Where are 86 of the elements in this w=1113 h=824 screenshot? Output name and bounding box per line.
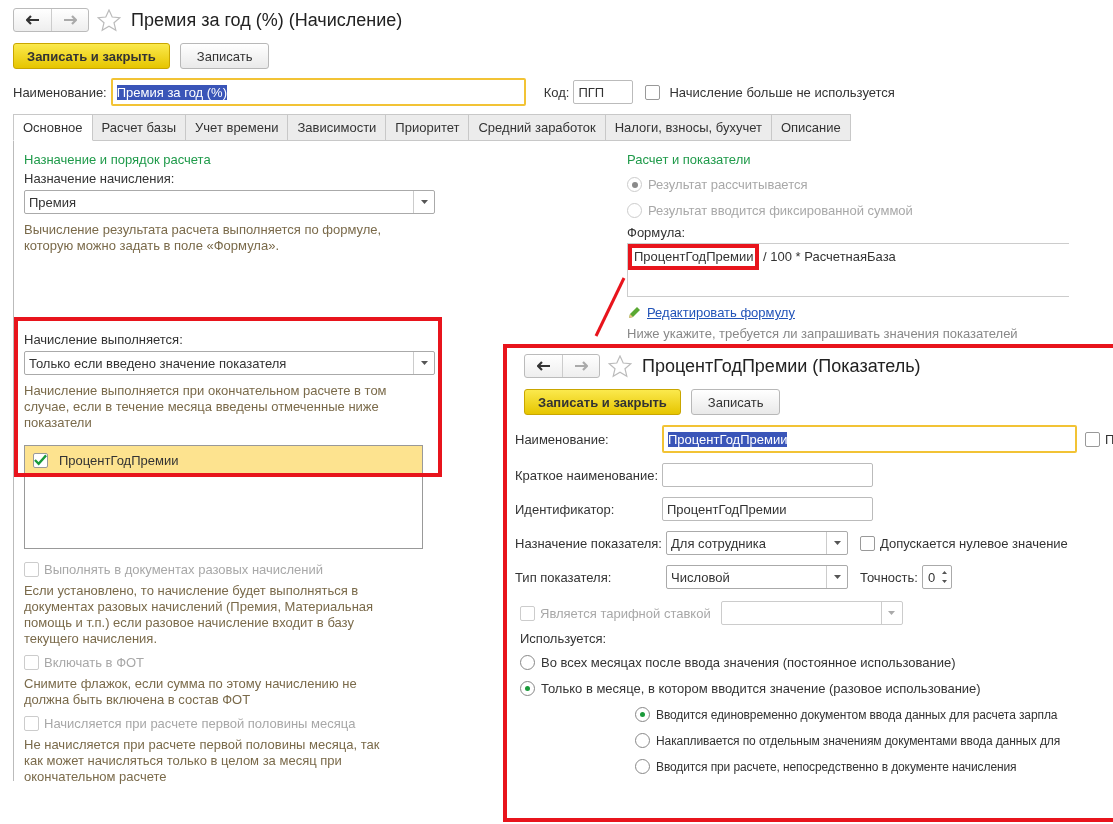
type-dropdown[interactable]: Числовой bbox=[666, 565, 848, 589]
precision-spinner[interactable]: 0 bbox=[921, 565, 953, 589]
caret-icon bbox=[833, 541, 841, 545]
forward-arrow-icon bbox=[63, 15, 77, 25]
back-arrow-icon bbox=[536, 361, 551, 371]
toolbar-button[interactable]: Записать и закрыть bbox=[524, 389, 681, 415]
field-label: Назначение начисления: bbox=[24, 171, 176, 186]
section-title: Расчет и показатели bbox=[627, 152, 752, 167]
tab[interactable]: Описание bbox=[771, 114, 851, 141]
checkbox[interactable] bbox=[1085, 431, 1100, 447]
checkbox[interactable] bbox=[33, 452, 48, 468]
short-name-field[interactable] bbox=[662, 463, 873, 487]
check-icon bbox=[34, 454, 47, 466]
checkbox-label: Выполнять в документах разовых начислений bbox=[44, 562, 324, 577]
hint-text: Вычисление результата расчета выполняется по формуле, которую можно задать в поле «Формула». bbox=[24, 222, 383, 254]
hint-text: Снимите флажок, если сумма по этому начислению не должна быть включена в состав ФОТ bbox=[24, 676, 358, 708]
toolbar-button[interactable]: Записать bbox=[690, 389, 781, 415]
field-label: Наименование: bbox=[515, 431, 610, 447]
note-text: Ниже укажите, требуется ли запрашивать значения показателей bbox=[627, 326, 1019, 341]
window-title: ПроцентГодПремии (Показатель) bbox=[642, 355, 921, 377]
tab[interactable]: Средний заработок bbox=[469, 114, 606, 141]
radio-button[interactable] bbox=[635, 707, 650, 722]
window-title: Премия за год (%) (Начисление) bbox=[131, 9, 403, 31]
radio-button[interactable] bbox=[520, 655, 535, 670]
radio-label: Во всех месяцах после ввода значения (постоянное использование) bbox=[541, 655, 956, 670]
performed-dropdown[interactable]: Только если введено значение показателя bbox=[24, 351, 435, 375]
checkbox[interactable] bbox=[645, 84, 661, 100]
field-label: Тип показателя: bbox=[515, 569, 613, 585]
checkbox-label: Является тарифной ставкой bbox=[540, 605, 711, 621]
star-icon[interactable] bbox=[608, 354, 632, 378]
radio-label: Результат вводится фиксированной суммой bbox=[648, 203, 913, 218]
radio-label: Результат рассчитывается bbox=[648, 177, 808, 192]
purpose-dropdown[interactable]: Премия bbox=[24, 190, 435, 214]
name-field[interactable]: Премия за год (%) bbox=[110, 78, 526, 106]
field-label: Точность: bbox=[860, 569, 918, 585]
caret-icon bbox=[888, 611, 896, 615]
checkbox-label: Включать в ФОТ bbox=[44, 655, 145, 670]
radio-button[interactable] bbox=[635, 733, 650, 748]
spinner-arrows-icon bbox=[941, 569, 949, 585]
checkbox-label: Допускается нулевое значение bbox=[880, 535, 1068, 551]
list-row[interactable]: ПроцентГодПремии bbox=[25, 446, 422, 474]
edit-formula-link[interactable]: Редактировать формулу bbox=[647, 305, 795, 320]
caret-icon bbox=[420, 200, 428, 204]
toolbar-button[interactable]: Записать и закрыть bbox=[13, 43, 170, 69]
tab[interactable]: Налоги, взносы, бухучет bbox=[605, 114, 772, 141]
code-field[interactable]: ПГП bbox=[573, 80, 634, 104]
field-label: Идентификатор: bbox=[515, 501, 616, 517]
formula-field[interactable]: ПроцентГодПремии / 100 * РасчетнаяБаза bbox=[627, 243, 1069, 297]
hint-text: Если установлено, то начисление будет выполняться в документах разовых начислений (Премия, Материальная помощь и т.п.) если разовое начисление входит в базу текущего начисления. bbox=[24, 583, 375, 647]
name-field[interactable]: ПроцентГодПремии bbox=[662, 425, 1077, 453]
radio-label: Вводится при расчете, непосредственно в документе начисления bbox=[656, 759, 1017, 774]
field-label: Назначение показателя: bbox=[515, 535, 662, 551]
rate-dropdown[interactable] bbox=[720, 601, 903, 625]
tab[interactable]: Зависимости bbox=[288, 114, 387, 141]
purpose-dropdown[interactable]: Для сотрудника bbox=[666, 531, 848, 555]
radio-label: Накапливается по отдельным значениям документами ввода данных для bbox=[656, 733, 1061, 748]
toolbar-button[interactable]: Записать bbox=[179, 43, 270, 69]
forward-arrow-icon bbox=[574, 361, 588, 371]
checkbox-label: Начисление больше не используется bbox=[669, 84, 895, 100]
caret-icon bbox=[420, 361, 428, 365]
radio-label: Только в месяце, в котором вводится значение (разовое использование) bbox=[541, 681, 981, 696]
hint-text: Начисление выполняется при окончательном расчете в том случае, если в течение месяца введены отмеченные ниже показатели bbox=[24, 383, 388, 431]
field-label: Начисление выполняется: bbox=[24, 332, 184, 347]
radio-label: Вводится единовременно документом ввода данных для расчета зарпла bbox=[656, 707, 1058, 722]
caret-icon bbox=[833, 575, 841, 579]
tab[interactable]: Основное bbox=[13, 114, 93, 141]
tab[interactable]: Учет времени bbox=[186, 114, 289, 141]
star-icon[interactable] bbox=[97, 8, 121, 32]
tab[interactable]: Приоритет bbox=[386, 114, 470, 141]
indicator-name: ПроцентГодПремии bbox=[59, 452, 179, 468]
pencil-icon bbox=[627, 305, 641, 320]
radio-button[interactable] bbox=[635, 759, 650, 774]
checkbox[interactable] bbox=[860, 535, 875, 551]
back-arrow-icon bbox=[25, 15, 40, 25]
field-label: Используется: bbox=[519, 631, 608, 646]
checkbox-label: П bbox=[1105, 431, 1113, 447]
tab[interactable]: Расчет базы bbox=[92, 114, 187, 141]
field-label: Наименование: bbox=[13, 84, 107, 100]
checkbox-label: Начисляется при расчете первой половины месяца bbox=[44, 716, 356, 731]
field-label: Краткое наименование: bbox=[515, 467, 660, 483]
field-label: Код: bbox=[543, 84, 570, 100]
radio-button[interactable] bbox=[520, 681, 535, 696]
identifier-field[interactable]: ПроцентГодПремии bbox=[662, 497, 873, 521]
hint-text: Не начисляется при расчете первой половины месяца, так как может начисляться только в целом за месяц при окончательном расчете bbox=[24, 737, 381, 785]
field-label: Формула: bbox=[627, 225, 687, 240]
section-title: Назначение и порядок расчета bbox=[24, 152, 212, 167]
